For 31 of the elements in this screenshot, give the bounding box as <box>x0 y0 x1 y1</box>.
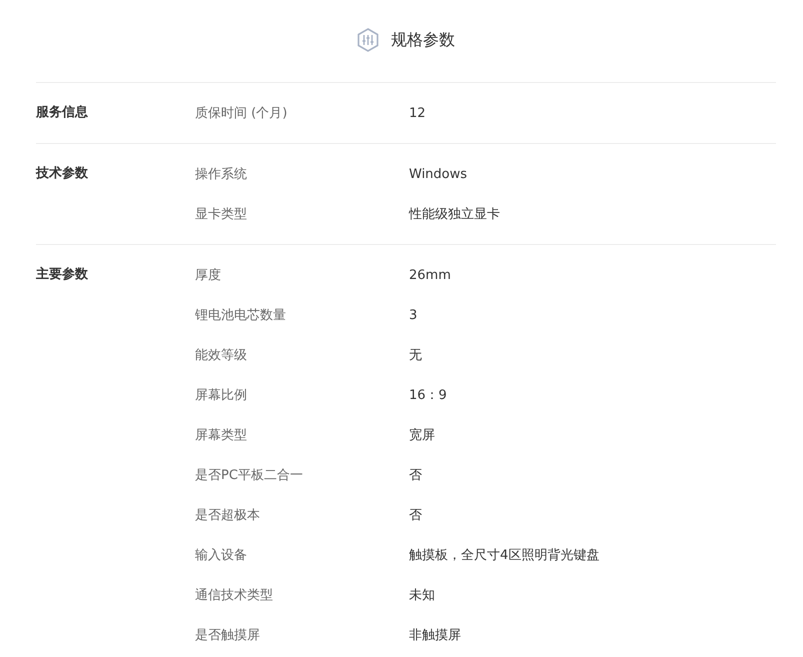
spec-value: 否 <box>409 507 422 524</box>
spec-value: 未知 <box>409 587 435 604</box>
spec-value: 12 <box>409 106 426 120</box>
spec-label: 厚度 <box>195 267 222 284</box>
spec-label: 操作系统 <box>195 166 248 183</box>
spec-value: 否 <box>409 467 422 484</box>
spec-label: 屏幕类型 <box>195 427 248 444</box>
spec-label: 是否PC平板二合一 <box>195 467 304 484</box>
group-title: 服务信息 <box>36 104 89 122</box>
sliders-icon <box>357 28 379 52</box>
spec-value: 性能级独立显卡 <box>409 206 500 223</box>
group-title: 主要参数 <box>36 266 89 284</box>
spec-label: 输入设备 <box>195 547 248 564</box>
spec-label: 显卡类型 <box>195 206 248 223</box>
spec-label: 质保时间 (个月) <box>195 105 288 122</box>
group-title: 技术参数 <box>36 165 89 183</box>
spec-label: 通信技术类型 <box>195 587 274 604</box>
spec-value: 无 <box>409 347 422 364</box>
spec-value: Windows <box>409 166 468 182</box>
spec-label: 是否触摸屏 <box>195 627 261 644</box>
spec-value: 非触摸屏 <box>409 627 461 644</box>
spec-label: 能效等级 <box>195 347 248 364</box>
spec-value: 16：9 <box>409 387 447 404</box>
spec-label: 是否超极本 <box>195 507 261 524</box>
spec-label: 屏幕比例 <box>195 387 248 404</box>
spec-value: 26mm <box>409 268 451 282</box>
spec-value: 3 <box>409 308 418 322</box>
spec-value: 触摸板，全尺寸4区照明背光键盘 <box>409 547 600 564</box>
section-title: 规格参数 <box>391 30 455 50</box>
spec-value: 宽屏 <box>409 427 435 444</box>
spec-label: 锂电池电芯数量 <box>195 307 287 324</box>
